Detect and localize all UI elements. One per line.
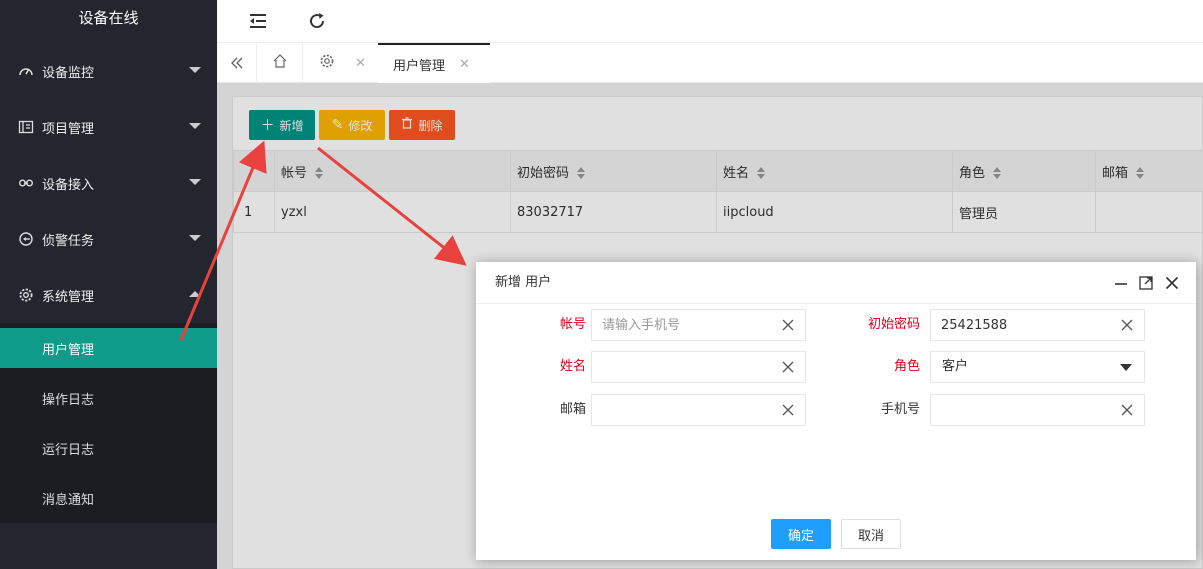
tab-bar: ✕ 用户管理 ✕ [217,43,1203,83]
email-label: 邮箱 [559,402,586,417]
clear-icon[interactable] [781,360,795,374]
dialog-title: 新增 用户 [476,262,1196,304]
add-user-dialog: 新增 用户 帐号 初始密码 姓名 角色 客户 邮箱 手机号 确定 取消 [476,262,1196,560]
chevron-down-icon [189,123,201,129]
role-selected-value: 客户 [942,359,969,374]
email-input[interactable] [591,394,806,426]
sidebar: 设备在线 设备监控 项目管理 设备接入 侦警任务 系统管理 用户管理 操作日志 … [0,0,217,569]
tabs-scroll-left-icon[interactable] [217,43,257,83]
sidebar-subitem-run-log[interactable]: 运行日志 [0,428,217,468]
sidebar-item-label: 设备接入 [42,177,95,193]
clear-icon[interactable] [1120,403,1134,417]
phone-label: 手机号 [880,402,920,417]
name-label: 姓名 [559,359,586,374]
sidebar-subitem-user-manage[interactable]: 用户管理 [0,328,217,368]
account-input[interactable] [591,309,806,341]
sidebar-subitem-message-notice[interactable]: 消息通知 [0,478,217,518]
sidebar-item-alert-task[interactable]: 侦警任务 [0,211,217,267]
dashboard-icon [18,63,34,79]
task-icon [18,231,34,247]
home-icon [272,53,288,73]
chevron-down-icon [189,67,201,73]
topbar [217,0,1203,43]
sidebar-item-label: 项目管理 [42,121,95,137]
refresh-icon[interactable] [304,8,330,34]
maximize-icon[interactable] [1137,274,1155,292]
submenu-system: 用户管理 操作日志 运行日志 消息通知 [0,323,217,523]
clear-icon[interactable] [781,403,795,417]
sidebar-item-label: 设备监控 [42,65,95,81]
confirm-button[interactable]: 确定 [771,519,831,549]
tab-settings[interactable]: ✕ [303,43,378,83]
sidebar-item-device-monitor[interactable]: 设备监控 [0,43,217,99]
account-label: 帐号 [559,317,586,332]
minimize-icon[interactable] [1112,274,1130,292]
clear-icon[interactable] [1120,318,1134,332]
sidebar-subitem-operation-log[interactable]: 操作日志 [0,378,217,418]
sidebar-item-project-manage[interactable]: 项目管理 [0,99,217,155]
tab-close-icon[interactable]: ✕ [355,56,366,71]
sidebar-item-system-manage[interactable]: 系统管理 [0,267,217,323]
clear-icon[interactable] [781,318,795,332]
tab-label: 用户管理 [393,58,446,74]
chevron-down-icon [189,179,201,185]
sidebar-item-label: 系统管理 [42,289,95,305]
gear-icon [319,53,335,73]
close-icon[interactable] [1163,274,1181,292]
tab-home[interactable] [257,43,303,83]
phone-input[interactable] [930,394,1145,426]
tab-user-manage[interactable]: 用户管理 ✕ [378,43,490,83]
password-label: 初始密码 [867,317,920,332]
cancel-button[interactable]: 取消 [841,519,901,549]
gear-icon [18,287,34,303]
caret-down-icon[interactable] [1120,364,1132,371]
tab-close-icon[interactable]: ✕ [459,57,470,72]
menu-collapse-icon[interactable] [245,8,271,34]
sidebar-item-label: 侦警任务 [42,233,95,249]
project-icon [18,119,34,135]
app-title: 设备在线 [0,0,217,40]
chevron-up-icon [189,291,201,297]
password-input[interactable] [930,309,1145,341]
role-label: 角色 [893,359,920,374]
chevron-down-icon [189,235,201,241]
name-input[interactable] [591,351,806,383]
link-icon [18,175,34,191]
sidebar-item-device-access[interactable]: 设备接入 [0,155,217,211]
